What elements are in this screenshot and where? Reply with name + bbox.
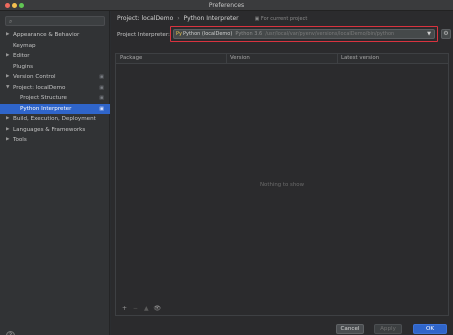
table-header: Package Version Latest version (116, 54, 448, 64)
chevron-right-icon: ▶ (6, 74, 10, 79)
chevron-down-icon: ▼ (6, 84, 10, 90)
upgrade-package-button[interactable]: ▲ (142, 305, 151, 313)
chevron-right-icon: ▶ (6, 53, 10, 58)
sidebar-item-project-structure[interactable]: Project Structure ▣ (0, 93, 110, 104)
sidebar-item-python-interpreter[interactable]: Python Interpreter ▣ (0, 103, 110, 114)
packages-table: Package Version Latest version Nothing t… (115, 53, 449, 316)
sidebar-item-languages-frameworks[interactable]: ▶ Languages & Frameworks (0, 125, 110, 136)
interpreter-path: /usr/local/var/pyenv/versions/localDemo/… (265, 31, 395, 37)
project-settings-icon: ▣ (99, 95, 104, 101)
sidebar-item-label: Version Control (13, 74, 56, 80)
sidebar-item-label: Tools (13, 137, 27, 143)
sidebar-item-label: Plugins (13, 63, 34, 70)
sidebar-item-editor[interactable]: ▶ Editor (0, 51, 110, 62)
search-icon: ⌕ (9, 18, 13, 25)
sidebar-item-label: Keymap (13, 42, 36, 49)
project-interpreter-label: Project Interpreter: (117, 32, 170, 38)
project-interpreter-select[interactable]: PyPython (localDemo) Python 3.6/usr/local… (173, 29, 435, 39)
column-header-version[interactable]: Version (230, 55, 250, 61)
sidebar-item-label: Build, Execution, Deployment (13, 116, 96, 122)
chevron-right-icon: ▶ (6, 126, 10, 132)
column-header-latest-version[interactable]: Latest version (341, 55, 379, 61)
sidebar-item-label: Appearance & Behavior (13, 32, 80, 38)
show-early-releases-eye-icon[interactable]: 👁 (153, 305, 162, 313)
scope-note: ▣ For current project (254, 16, 308, 22)
chevron-right-icon: ▶ (6, 116, 10, 121)
sidebar-item-label: Editor (13, 53, 30, 59)
settings-main-panel: Project: localDemo › Python Interpreter … (111, 11, 453, 335)
table-toolbar: + − ▲ 👁 (120, 305, 162, 313)
add-package-button[interactable]: + (120, 305, 129, 313)
sidebar-item-label: Project Structure (20, 95, 67, 101)
cancel-button[interactable]: Cancel (336, 324, 364, 334)
empty-state-text: Nothing to show (260, 182, 304, 188)
sidebar-item-plugins[interactable]: Plugins (0, 62, 110, 73)
project-settings-icon: ▣ (99, 74, 104, 80)
window-title: Preferences (208, 2, 245, 9)
sidebar-item-label: Project: localDemo (13, 84, 66, 91)
settings-sidebar: ⌕ ▶ Appearance & Behavior Keymap ▶ Edito… (0, 11, 110, 335)
project-settings-icon: ▣ (99, 84, 104, 91)
interpreter-version: Python 3.6 (235, 31, 263, 37)
column-header-package[interactable]: Package (120, 55, 142, 61)
settings-tree: ▶ Appearance & Behavior Keymap ▶ Editor … (0, 30, 110, 146)
sidebar-item-label: Languages & Frameworks (13, 126, 86, 133)
interpreter-name: Python (localDemo) (182, 31, 233, 37)
project-settings-icon: ▣ (99, 105, 104, 112)
chevron-right-icon: ▶ (6, 32, 10, 37)
sidebar-item-build-execution-deployment[interactable]: ▶ Build, Execution, Deployment (0, 114, 110, 125)
ok-button[interactable]: OK (413, 324, 447, 334)
breadcrumb-current: Python Interpreter (183, 15, 239, 22)
column-divider[interactable] (337, 54, 338, 64)
sidebar-item-label: Python Interpreter (20, 105, 72, 112)
help-button[interactable]: ? (6, 331, 15, 335)
sidebar-item-version-control[interactable]: ▶ Version Control ▣ (0, 72, 110, 83)
chevron-down-icon: ▼ (427, 31, 431, 37)
python-icon: Py (176, 31, 182, 37)
dialog-footer: Cancel Apply OK (111, 324, 453, 335)
apply-button[interactable]: Apply (374, 324, 402, 334)
sidebar-item-tools[interactable]: ▶ Tools (0, 135, 110, 146)
chevron-right-icon: ▶ (6, 137, 10, 142)
sidebar-item-appearance-behavior[interactable]: ▶ Appearance & Behavior (0, 30, 110, 41)
settings-search-input[interactable]: ⌕ (5, 16, 105, 26)
interpreter-settings-gear-icon[interactable]: ⚙ (441, 29, 451, 39)
window-titlebar: Preferences (0, 0, 453, 11)
breadcrumb: Project: localDemo › Python Interpreter … (117, 14, 307, 23)
scope-label: For current project (260, 16, 308, 22)
remove-package-button[interactable]: − (131, 305, 140, 313)
sidebar-item-project[interactable]: ▼ Project: localDemo ▣ (0, 83, 110, 94)
sidebar-item-keymap[interactable]: Keymap (0, 41, 110, 52)
breadcrumb-parent[interactable]: Project: localDemo (117, 15, 173, 22)
breadcrumb-separator: › (177, 15, 180, 22)
column-divider[interactable] (226, 54, 227, 64)
